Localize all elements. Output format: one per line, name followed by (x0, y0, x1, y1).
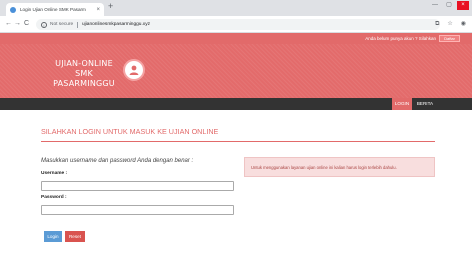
password-field[interactable] (41, 205, 234, 215)
minimize-button[interactable]: — (429, 1, 441, 10)
tab-close-icon[interactable]: × (96, 7, 100, 13)
reload-icon[interactable]: C (24, 20, 29, 28)
back-icon[interactable]: ← (5, 20, 12, 28)
nav-item-login[interactable]: LOGIN (392, 98, 412, 110)
url-text: ujianonlinesmkpasarminggu.xyz (82, 22, 150, 27)
not-secure-label: Not secure (50, 22, 74, 27)
nav-item-berita[interactable]: BERITA (414, 98, 436, 110)
title-divider (41, 141, 435, 142)
user-icon (123, 59, 145, 81)
window-controls: — ▢ × (429, 1, 469, 10)
daftar-button[interactable]: Daftar (439, 35, 460, 42)
user-icon-glyph (129, 65, 139, 75)
login-button[interactable]: Login (44, 231, 62, 242)
favicon-icon (10, 6, 16, 13)
password-label: Password : (41, 195, 67, 200)
browser-toolbar-icons: ⧉ ☆ ◉ (435, 20, 466, 28)
main-nav: LOGIN BERITA (0, 98, 472, 110)
url-separator (77, 21, 78, 28)
close-window-button[interactable]: × (457, 1, 469, 10)
site-topbar: Anda belum punya akun ? Silahkan Daftar (0, 33, 472, 44)
browser-address-bar: ← → C i Not secure ujianonlinesmkpasarmi… (0, 16, 472, 33)
translate-icon[interactable]: ⧉ (435, 20, 439, 28)
site-brand[interactable]: UJIAN-ONLINE SMK PASARMINGGU (48, 59, 120, 89)
brand-line-1: UJIAN-ONLINE (55, 59, 113, 68)
reset-button[interactable]: Reset (65, 231, 85, 242)
maximize-button[interactable]: ▢ (443, 1, 455, 10)
register-prompt: Anda belum punya akun ? Silahkan (365, 36, 436, 41)
forward-icon[interactable]: → (14, 20, 21, 28)
tab-title: Login Ujian Online SMK Pasarm (20, 7, 86, 12)
username-field[interactable] (41, 181, 234, 191)
url-field[interactable]: i Not secure ujianonlinesmkpasarminggu.x… (36, 19, 440, 30)
login-prompt: Masukkan username dan password Anda deng… (41, 158, 194, 164)
browser-tab[interactable]: Login Ujian Online SMK Pasarm × (6, 3, 104, 16)
star-icon[interactable]: ☆ (447, 20, 452, 28)
info-icon[interactable]: i (41, 21, 47, 28)
site-header: UJIAN-ONLINE SMK PASARMINGGU (0, 44, 472, 98)
new-tab-button[interactable]: + (108, 2, 113, 11)
browser-tab-bar: Login Ujian Online SMK Pasarm × + — ▢ × (0, 0, 472, 16)
username-label: Username : (41, 171, 68, 176)
info-alert: Untuk menggunakan layanan ujian online i… (244, 157, 435, 177)
page-title: SILAHKAN LOGIN UNTUK MASUK KE UJIAN ONLI… (41, 127, 219, 136)
brand-line-2: SMK PASARMINGGU (53, 69, 115, 88)
profile-icon[interactable]: ◉ (461, 20, 466, 28)
